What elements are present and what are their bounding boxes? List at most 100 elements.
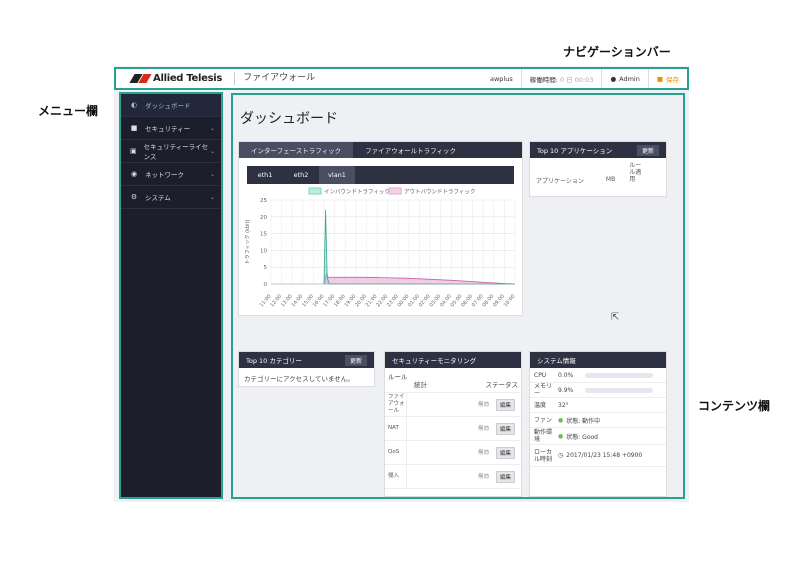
- logo-text: Allied Telesis: [153, 73, 223, 84]
- y-tick-label: 0: [264, 282, 268, 288]
- y-tick-label: 5: [264, 265, 268, 271]
- sys-value-wrap: ◷ 2017/01/23 15:48 +0900: [556, 452, 666, 459]
- mouse-cursor-icon: ⇱: [611, 312, 620, 323]
- tab-firewall-traffic[interactable]: ファイアウォールトラフィック: [353, 142, 468, 158]
- sys-row-temp: 温度 32°: [530, 398, 666, 413]
- rule-name: ファイアウォール: [385, 393, 407, 416]
- sys-value-wrap: 9.9%: [556, 387, 666, 394]
- table-row: QoS 無効 編集: [385, 441, 521, 465]
- sidebar-item-label: セキュリティーライセンス: [143, 143, 209, 161]
- rule-name: QoS: [385, 441, 407, 464]
- chevron-down-icon: ⌄: [209, 193, 215, 201]
- legend-swatch: [308, 187, 322, 195]
- refresh-button[interactable]: 更新: [344, 354, 367, 366]
- page-header-title: ファイアウォール: [234, 72, 315, 85]
- check-circle-icon: ●: [558, 432, 564, 440]
- chevron-down-icon: ⌄: [209, 124, 215, 132]
- sys-row-environment: 動作環境 ● 状態: Good: [530, 428, 666, 445]
- sidebar-menu: ◐ ダッシュボード ■ セキュリティー ⌄ ▣ セキュリティーライセンス ⌄ ◉…: [121, 94, 221, 497]
- card-title: セキュリティーモニタリング: [392, 357, 477, 365]
- sidebar-item-system[interactable]: ⚙ システム ⌄: [121, 186, 221, 209]
- subtab-eth2[interactable]: eth2: [283, 166, 319, 184]
- uptime-value: 0 日 00:03: [559, 75, 594, 84]
- uptime-label: 稼働時間:: [529, 75, 558, 84]
- top10-categories-card: Top 10 カテゴリー 更新 カテゴリーにアクセスしていません。: [238, 351, 375, 387]
- card-title: Top 10 カテゴリー: [246, 357, 302, 365]
- user-menu[interactable]: ● Admin: [601, 69, 647, 88]
- user-icon: ●: [610, 74, 617, 83]
- traffic-chart-wrap: インバウンドトラフィック アウトバウンドトラフィック 0 5 10 15 20 25 11:00…: [239, 186, 524, 316]
- y-tick-label: 15: [260, 232, 267, 238]
- callout-navbar: ナビゲーションバー: [563, 45, 671, 59]
- sys-label: 動作環境: [534, 429, 553, 443]
- sidebar-item-label: ネットワーク: [145, 171, 184, 179]
- sys-label: 温度: [534, 401, 547, 409]
- table-row: ファイアウォール 無効 編集: [385, 393, 521, 417]
- content-area: ダッシュボード インターフェーストラフィック ファイアウォールトラフィック et…: [233, 95, 683, 497]
- rule-name: 侵入: [385, 465, 407, 488]
- sys-label: ファン: [534, 416, 553, 424]
- page-title: ダッシュボード: [240, 111, 338, 127]
- table-row: NAT 無効 編集: [385, 417, 521, 441]
- col-stats: 統計: [414, 381, 427, 389]
- sidebar-item-security[interactable]: ■ セキュリティー ⌄: [121, 117, 221, 140]
- card-header: Top 10 カテゴリー 更新: [239, 352, 374, 368]
- legend-label: インバウンドトラフィック: [324, 188, 390, 196]
- card-header: Top 10 アプリケーション 更新: [530, 142, 666, 158]
- x-tick-label: 10:00: [503, 293, 517, 308]
- card-header: セキュリティーモニタリング: [385, 352, 521, 368]
- fan-value: 状態: 動作中: [566, 417, 601, 425]
- sys-value-wrap: ● 状態: 動作中: [556, 416, 666, 425]
- edit-button[interactable]: 編集: [495, 398, 515, 411]
- card-title: システム情報: [537, 357, 576, 365]
- sys-row-fan: ファン ● 状態: 動作中: [530, 413, 666, 428]
- sys-label: メモリー: [534, 383, 553, 397]
- rule-status: 無効: [477, 449, 489, 456]
- sys-value-wrap: ● 状態: Good: [556, 432, 666, 441]
- edit-button[interactable]: 編集: [495, 446, 515, 459]
- sidebar-item-security-license[interactable]: ▣ セキュリティーライセンス ⌄: [121, 140, 221, 163]
- sys-row-time: ローカル時刻 ◷ 2017/01/23 15:48 +0900: [530, 445, 666, 467]
- sys-row-memory: メモリー 9.9%: [530, 383, 666, 398]
- y-tick-label: 20: [260, 215, 267, 221]
- y-tick-label: 10: [260, 248, 267, 254]
- header-right: awplus 稼働時間: 0 日 00:03 ● Admin ■ 保存: [482, 69, 687, 88]
- y-axis-label: トラフィック (kbit): [245, 220, 251, 265]
- table-row: 侵入 無効 編集: [385, 465, 521, 489]
- y-tick-label: 25: [260, 198, 267, 204]
- card-header: システム情報: [530, 352, 666, 368]
- refresh-button[interactable]: 更新: [636, 144, 659, 156]
- edit-button[interactable]: 編集: [495, 422, 515, 435]
- save-button[interactable]: ■ 保存: [647, 69, 687, 88]
- save-label: 保存: [666, 75, 679, 84]
- categories-empty: カテゴリーにアクセスしていません。: [244, 375, 354, 383]
- subtab-eth1[interactable]: eth1: [247, 166, 283, 184]
- logo: Allied Telesis: [129, 73, 223, 84]
- edit-button[interactable]: 編集: [495, 470, 515, 483]
- sidebar-item-dashboard[interactable]: ◐ ダッシュボード: [121, 94, 221, 117]
- sidebar-item-label: セキュリティー: [145, 125, 191, 133]
- memory-bar: [585, 387, 654, 393]
- traffic-tabs: インターフェーストラフィック ファイアウォールトラフィック: [239, 142, 522, 158]
- chevron-down-icon: ⌄: [209, 170, 215, 178]
- traffic-card: インターフェーストラフィック ファイアウォールトラフィック eth1 eth2 …: [238, 141, 523, 316]
- top10-apps-card: Top 10 アプリケーション 更新 アプリケーション MB ルール適用: [529, 141, 667, 197]
- environment-value: 状態: Good: [566, 433, 598, 441]
- subtab-vlan1[interactable]: vlan1: [319, 166, 355, 184]
- legend-swatch: [388, 187, 402, 195]
- sidebar-item-network[interactable]: ◉ ネットワーク ⌄: [121, 163, 221, 186]
- tab-interface-traffic[interactable]: インターフェーストラフィック: [239, 142, 354, 158]
- navigation-bar: Allied Telesis ファイアウォール awplus 稼働時間: 0 日…: [116, 69, 687, 88]
- callout-content: コンテンツ欄: [698, 399, 771, 413]
- legend-label: アウトバウンドトラフィック: [404, 188, 475, 196]
- logo-mark-icon: [129, 74, 152, 83]
- security-monitoring-card: セキュリティーモニタリング ルール 統計 ステータス ファイアウォール 無効 編…: [384, 351, 522, 497]
- sys-label: ローカル時刻: [534, 448, 553, 463]
- apps-columns: アプリケーション MB ルール適用: [530, 158, 666, 189]
- license-icon: ▣: [129, 147, 137, 155]
- security-columns: ルール 統計 ステータス: [385, 368, 521, 393]
- card-title: Top 10 アプリケーション: [537, 147, 613, 155]
- rule-status: 無効: [477, 401, 489, 408]
- clock-icon: ◷: [558, 452, 564, 459]
- sidebar-item-label: ダッシュボード: [145, 102, 191, 110]
